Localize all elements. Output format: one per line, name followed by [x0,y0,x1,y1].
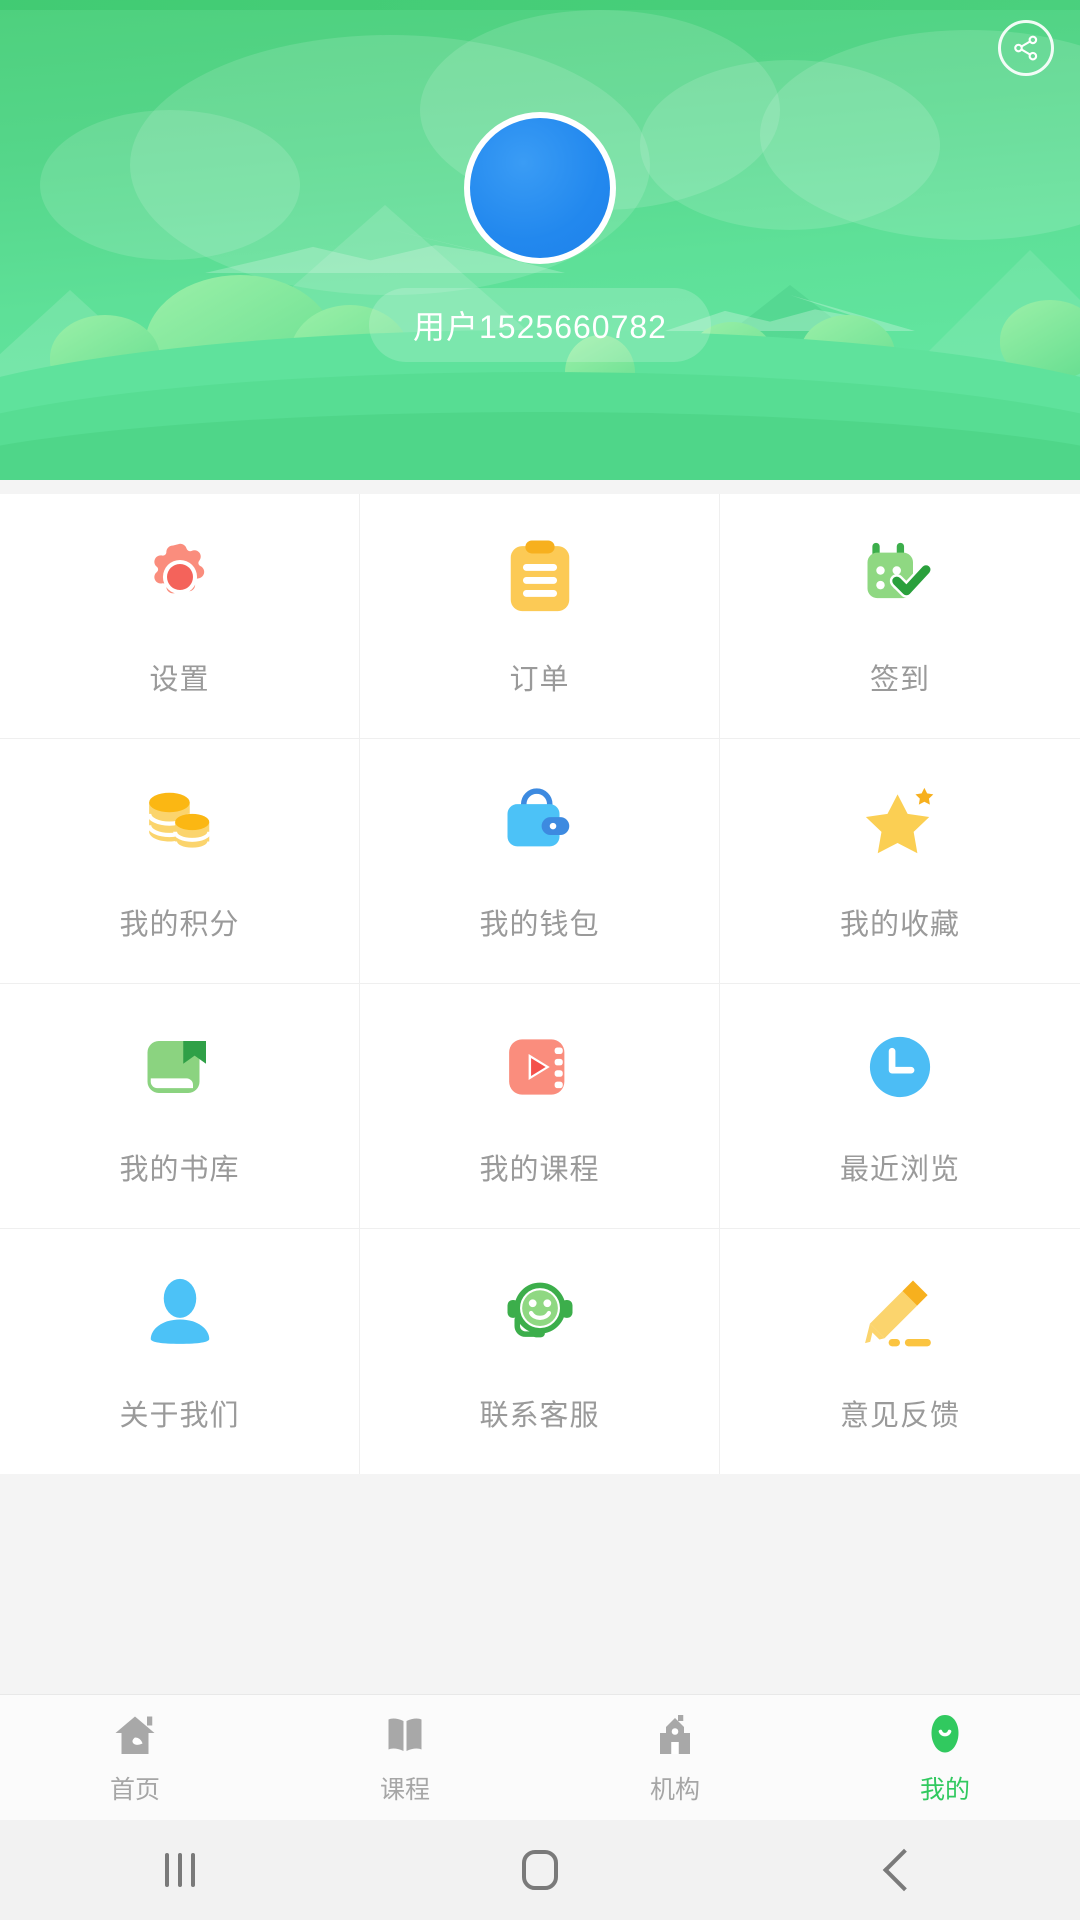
grid-item-label: 最近浏览 [839,1154,960,1186]
tab-label: 首页 [109,1775,160,1804]
cloud-shape [40,110,300,260]
headset-smile-icon [497,1270,583,1356]
grid-item-label: 我的书库 [119,1154,240,1186]
grid-item-favorites[interactable]: 我的收藏 [720,739,1080,984]
share-button[interactable] [998,20,1054,76]
android-system-nav [0,1820,1080,1920]
avatar-image [470,118,610,258]
grid-item-label: 我的积分 [119,909,240,941]
home-button[interactable] [360,1850,720,1890]
grid-item-label: 联系客服 [479,1399,600,1432]
grid-item-feedback[interactable]: 意见反馈 [720,1229,1080,1474]
coins-icon [137,779,223,865]
bottom-tab-bar: 首页 课程 机构 我的 [0,1694,1080,1820]
grid-item-orders[interactable]: 订单 [360,494,720,739]
tab-label: 我的 [919,1775,970,1804]
profile-header: 用户1525660782 [0,0,1080,480]
tab-label: 机构 [649,1775,700,1804]
book-icon [137,1024,223,1110]
tab-home[interactable]: 首页 [0,1695,270,1820]
tab-mine[interactable]: 我的 [810,1695,1080,1820]
tab-label: 课程 [379,1775,430,1804]
header-grid-gap [0,480,1080,494]
grid-item-label: 我的收藏 [839,909,960,941]
header-top-strip [0,0,1080,10]
clipboard-icon [497,534,583,620]
recents-button[interactable] [0,1853,360,1887]
share-icon [1014,35,1038,61]
pencil-icon [857,1270,943,1356]
recents-icon [165,1853,195,1887]
grid-item-label: 关于我们 [119,1399,240,1432]
grid-item-label: 意见反馈 [839,1399,960,1432]
app-screen: 用户1525660782 设置 订单 签到 我的积分 我的钱包 我的收藏 我的书… [0,0,1080,1920]
empty-space [0,1474,1080,1694]
username-pill[interactable]: 用户1525660782 [369,288,711,362]
grid-item-recent[interactable]: 最近浏览 [720,984,1080,1229]
grid-item-wallet[interactable]: 我的钱包 [360,739,720,984]
grid-item-label: 订单 [509,664,570,696]
gear-icon [137,534,223,620]
back-button[interactable] [720,1848,1080,1892]
person-icon [137,1270,223,1356]
grid-item-courses[interactable]: 我的课程 [360,984,720,1229]
grid-item-label: 设置 [149,664,210,696]
institution-icon [649,1710,701,1762]
back-chevron-icon [882,1848,926,1892]
tab-courses[interactable]: 课程 [270,1695,540,1820]
calendar-check-icon [857,534,943,620]
clock-icon [857,1024,943,1110]
grid-item-support[interactable]: 联系客服 [360,1229,720,1474]
grid-item-settings[interactable]: 设置 [0,494,360,739]
tab-institutions[interactable]: 机构 [540,1695,810,1820]
video-icon [497,1024,583,1110]
grid-item-points[interactable]: 我的积分 [0,739,360,984]
grid-item-library[interactable]: 我的书库 [0,984,360,1229]
grid-item-about[interactable]: 关于我们 [0,1229,360,1474]
grid-item-label: 我的钱包 [479,909,600,941]
grid-item-label: 我的课程 [479,1154,600,1186]
star-icon [857,779,943,865]
open-book-icon [379,1710,431,1762]
grid-item-checkin[interactable]: 签到 [720,494,1080,739]
home-square-icon [522,1850,558,1890]
wallet-icon [497,779,583,865]
grid-item-label: 签到 [869,664,930,696]
avatar[interactable] [464,112,616,264]
menu-grid: 设置 订单 签到 我的积分 我的钱包 我的收藏 我的书库 我的课程 最近浏览 关… [0,494,1080,1474]
home-leaf-icon [109,1710,161,1762]
profile-tree-icon [919,1710,971,1762]
